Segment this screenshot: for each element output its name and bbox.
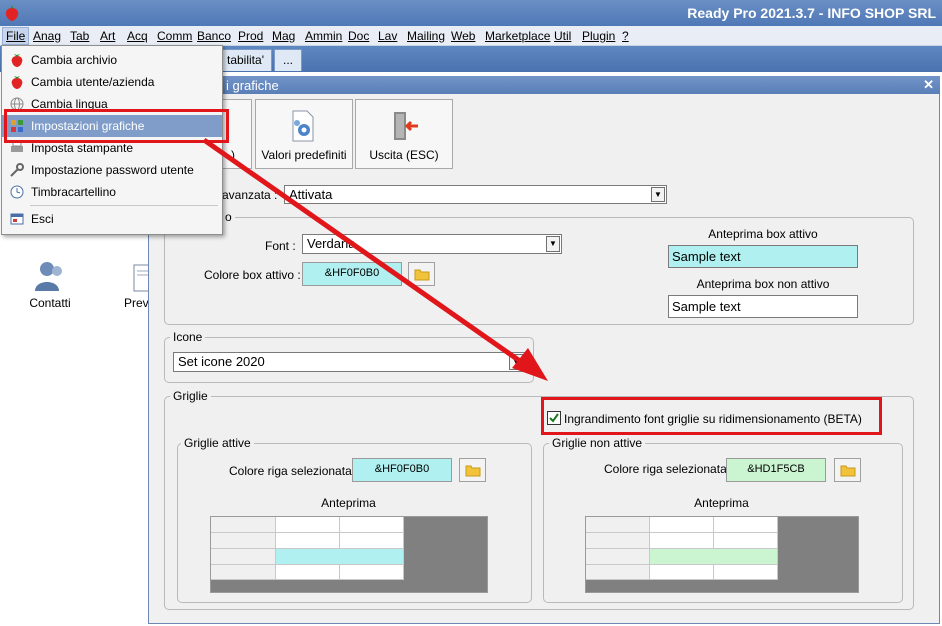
annotation-arrow-line	[202, 137, 529, 369]
annotation-arrow-overlay	[202, 137, 548, 381]
annotation-arrow-head	[512, 348, 548, 381]
